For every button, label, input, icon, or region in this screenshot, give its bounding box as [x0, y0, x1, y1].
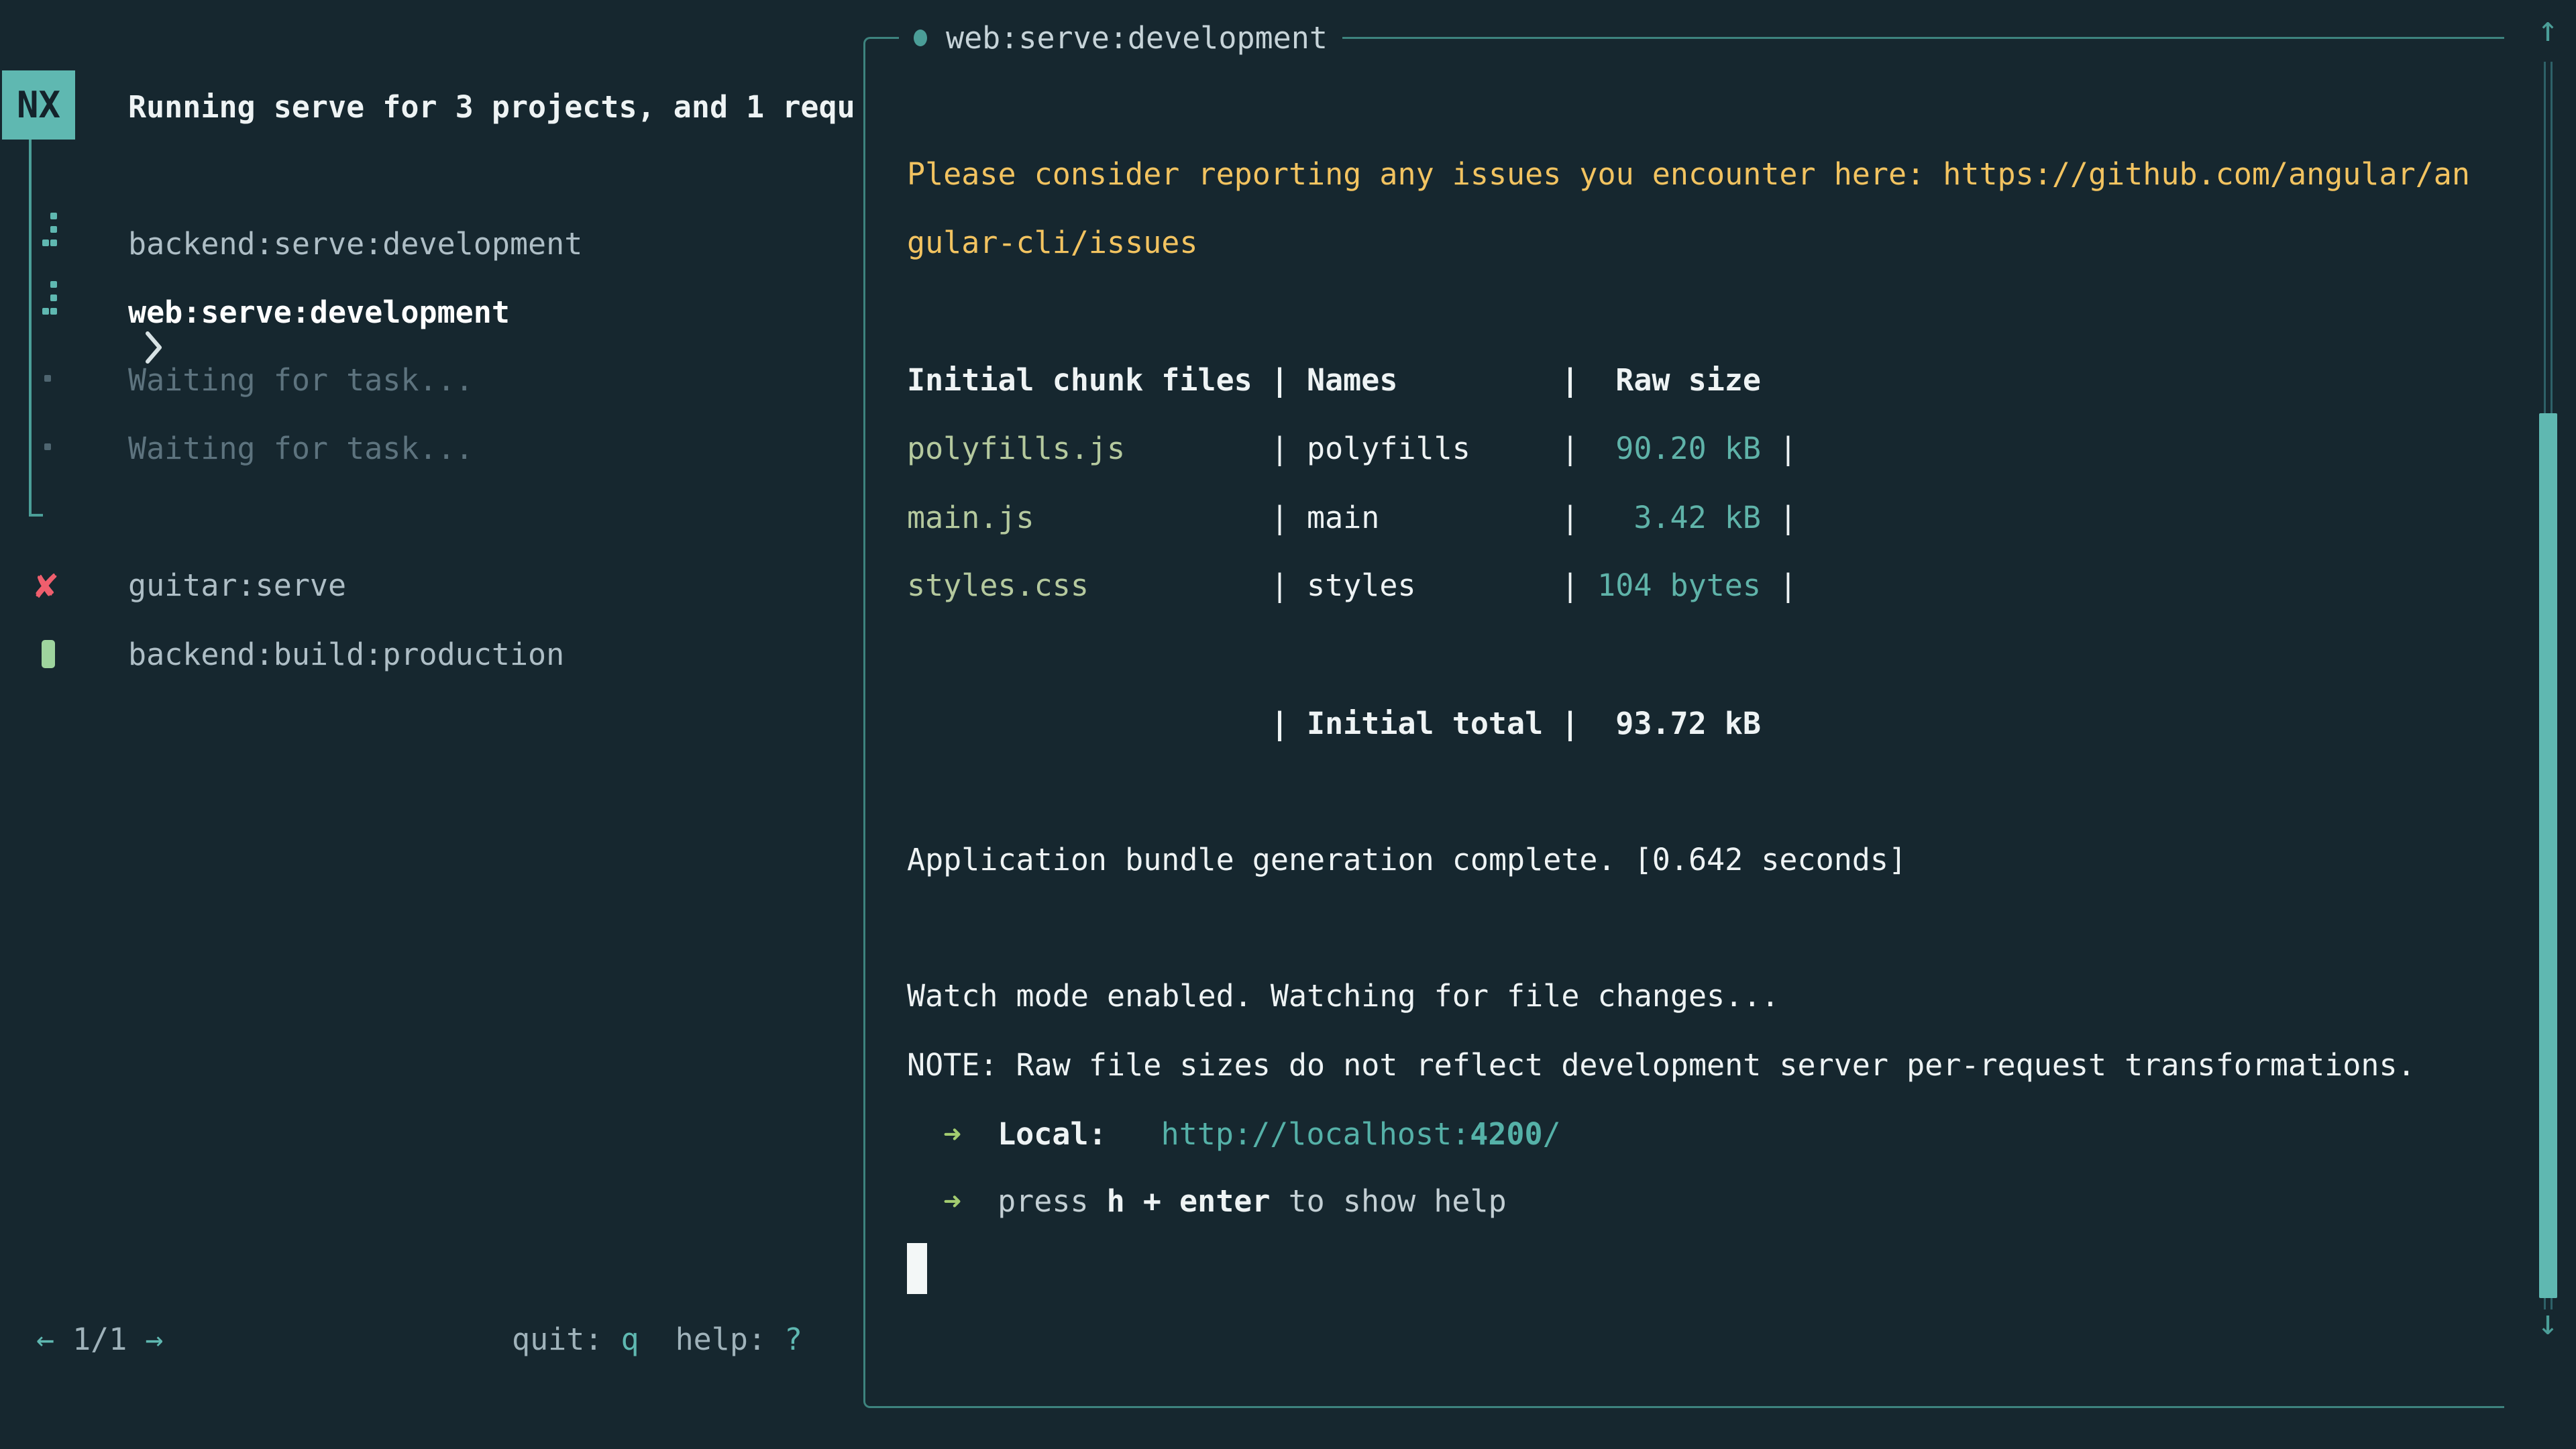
- pipe-separator: |: [1561, 431, 1579, 466]
- local-label: Local:: [998, 1116, 1107, 1152]
- scrollbar-thumb[interactable]: [2539, 413, 2557, 1298]
- table-row: main.js|main|3.42 kB|: [907, 483, 1797, 551]
- help-hint-pre: press h + enter to show help: [998, 1183, 1507, 1219]
- bundle-complete-message: Application bundle generation complete. …: [907, 825, 1907, 894]
- sidebar-header: Running serve for 3 projects, and 1 requ: [128, 72, 855, 141]
- waiting-dot-icon: [44, 443, 51, 450]
- page-indicator: 1/1: [72, 1322, 127, 1357]
- pipe-separator: |: [1271, 568, 1307, 603]
- url-port: 4200: [1470, 1116, 1542, 1152]
- chunk-file: styles.css: [907, 568, 1271, 603]
- table-row: styles.css|styles|104 bytes|: [907, 551, 1797, 619]
- pipe-separator: |: [1271, 362, 1307, 398]
- task-label: backend:serve:development: [128, 226, 582, 262]
- nx-logo: NX: [2, 70, 75, 140]
- chunk-size: 3.42 kB: [1579, 500, 1761, 535]
- panel-title: web:serve:development: [899, 7, 1342, 68]
- table-total-row: |Initial total|93.72 kB: [907, 689, 1761, 757]
- watch-mode-message: Watch mode enabled. Watching for file ch…: [907, 961, 1779, 1030]
- pipe-separator: |: [1561, 568, 1579, 603]
- quit-key: q: [621, 1322, 639, 1357]
- page-next-arrow[interactable]: →: [145, 1322, 163, 1357]
- task-row-web-serve[interactable]: web:serve:development: [0, 278, 863, 346]
- task-label: Waiting for task...: [128, 362, 474, 398]
- chunk-name: main: [1307, 500, 1561, 535]
- task-label-selected: web:serve:development: [128, 294, 510, 330]
- local-url[interactable]: http://localhost:4200/: [1161, 1116, 1561, 1152]
- waiting-dot-icon: [44, 375, 51, 382]
- chunk-size: 104 bytes: [1579, 568, 1761, 603]
- total-size: 93.72 kB: [1579, 706, 1761, 741]
- pipe-separator: |: [1561, 500, 1579, 535]
- scroll-down-arrow[interactable]: ↓: [2528, 1303, 2568, 1343]
- help-key: ?: [784, 1322, 802, 1357]
- task-row-waiting-2[interactable]: Waiting for task...: [0, 414, 863, 482]
- help-hint-keys: h + enter: [1107, 1183, 1271, 1219]
- task-row-backend-build[interactable]: backend:build:production: [0, 620, 863, 688]
- task-row-waiting-1[interactable]: Waiting for task...: [0, 345, 863, 414]
- task-label: Waiting for task...: [128, 431, 474, 466]
- pagination: ← 1/1 →: [36, 1305, 163, 1373]
- chunk-name: styles: [1307, 568, 1561, 603]
- terminal-cursor: [907, 1243, 927, 1294]
- pipe-separator: |: [1761, 431, 1797, 466]
- chunk-size: 90.20 kB: [1579, 431, 1761, 466]
- chunk-file: main.js: [907, 500, 1271, 535]
- scroll-up-arrow[interactable]: ↑: [2528, 9, 2568, 50]
- nx-tui-screen: NX Running serve for 3 projects, and 1 r…: [0, 0, 2576, 1449]
- chunk-file: polyfills.js: [907, 431, 1271, 466]
- shortcut-hints: quit: q help: ?: [512, 1305, 802, 1373]
- panel-title-text: web:serve:development: [946, 20, 1328, 56]
- col-header-names: Names: [1307, 362, 1561, 398]
- local-server-line: ➜ Local: http://localhost:4200/: [907, 1099, 1561, 1168]
- pipe-separator: |: [1271, 431, 1307, 466]
- chunk-name: polyfills: [1307, 431, 1561, 466]
- col-header-files: Initial chunk files: [907, 362, 1271, 398]
- spinner-icon: [42, 213, 57, 246]
- pipe-separator: |: [1561, 362, 1579, 398]
- pipe-separator: |: [1761, 500, 1797, 535]
- help-hint-line: ➜ press h + enter to show help: [907, 1167, 1507, 1235]
- raw-size-note: NOTE: Raw file sizes do not reflect deve…: [907, 1030, 2416, 1099]
- task-row-backend-serve[interactable]: backend:serve:development: [0, 209, 863, 278]
- col-header-size: Raw size: [1579, 362, 1761, 398]
- arrow-icon: ➜: [943, 1116, 961, 1152]
- arrow-icon: ➜: [943, 1183, 961, 1219]
- failed-cross-icon: ✘: [35, 558, 58, 612]
- pipe-separator: |: [1271, 500, 1307, 535]
- task-row-guitar-serve[interactable]: ✘ guitar:serve: [0, 551, 863, 619]
- pipe-separator: |: [1761, 568, 1797, 603]
- issue-report-note: Please consider reporting any issues you…: [907, 140, 2488, 277]
- running-dot-icon: [914, 30, 927, 46]
- pipe-separator: |: [1561, 706, 1579, 741]
- total-label: Initial total: [1307, 706, 1561, 741]
- url-prefix: http://localhost:: [1161, 1116, 1470, 1152]
- task-label: backend:build:production: [128, 637, 564, 672]
- table-header-row: Initial chunk files|Names|Raw size: [907, 345, 1761, 414]
- quit-label: quit:: [512, 1322, 602, 1357]
- spinner-icon: [42, 281, 57, 315]
- success-square-icon: [42, 640, 55, 668]
- task-sidebar: NX Running serve for 3 projects, and 1 r…: [0, 0, 863, 1449]
- page-prev-arrow[interactable]: ←: [36, 1322, 54, 1357]
- url-suffix: /: [1543, 1116, 1561, 1152]
- help-label: help:: [676, 1322, 766, 1357]
- pipe-separator: |: [1271, 706, 1307, 741]
- table-row: polyfills.js|polyfills|90.20 kB|: [907, 414, 1797, 482]
- task-label: guitar:serve: [128, 568, 346, 603]
